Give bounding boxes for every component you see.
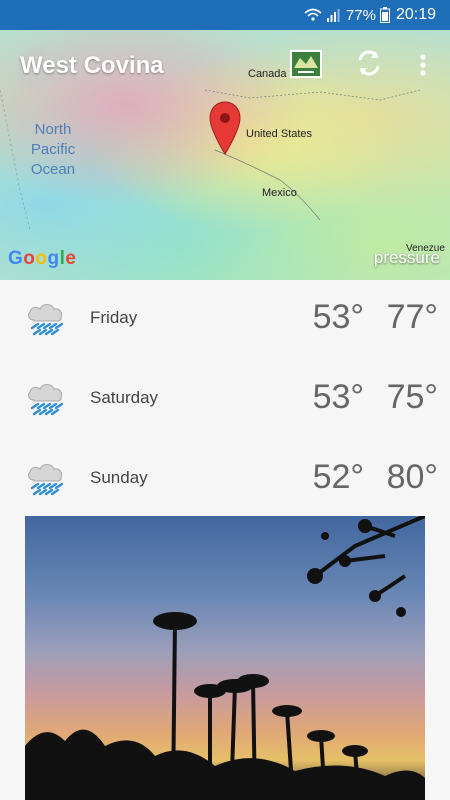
rain-cloud-icon [28,304,64,336]
battery-percent: 77% [345,6,376,24]
ocean-label: North Pacific Ocean [30,121,76,178]
forecast-day: Saturday [90,388,159,407]
status-time: 20:19 [395,6,436,23]
google-logo: Google [8,248,77,269]
forecast-row[interactable]: Sunday 52° 80° [0,440,450,520]
map-label-canada: Canada [248,68,287,80]
map-pin-icon[interactable] [208,100,242,156]
location-title[interactable]: West Covina [20,52,164,80]
map-label-us: United States [246,128,313,140]
forecast-high: 77° [386,298,438,336]
battery-icon [379,7,390,23]
wifi-icon [304,8,322,21]
refresh-icon[interactable] [354,48,384,78]
signal-icon [326,9,340,22]
forecast-day: Friday [90,308,138,327]
status-icons [304,8,340,22]
location-photo[interactable] [25,516,425,800]
more-options-icon[interactable] [414,52,432,80]
forecast-high: 75° [386,378,438,416]
forecast-list: Friday 53° 77° Saturday 53° 75° Sunday 5… [0,280,450,520]
map-label-mexico: Mexico [262,187,297,199]
forecast-day: Sunday [90,468,148,487]
rain-cloud-icon [28,384,64,416]
weather-map[interactable]: West Covina North Pacific Ocean Canada U… [0,30,450,280]
forecast-row[interactable]: Saturday 53° 75° [0,360,450,440]
forecast-low: 53° [312,378,364,416]
forecast-low: 52° [312,458,364,496]
map-overlay-label: pressure [373,248,440,267]
forecast-high: 80° [386,458,438,496]
status-bar: 77% 20:19 [0,0,450,30]
map-layer-icon[interactable] [290,50,322,78]
palm-tree-silhouette [25,516,425,800]
forecast-row[interactable]: Friday 53° 77° [0,280,450,360]
forecast-low: 53° [312,298,364,336]
rain-cloud-icon [28,464,64,496]
